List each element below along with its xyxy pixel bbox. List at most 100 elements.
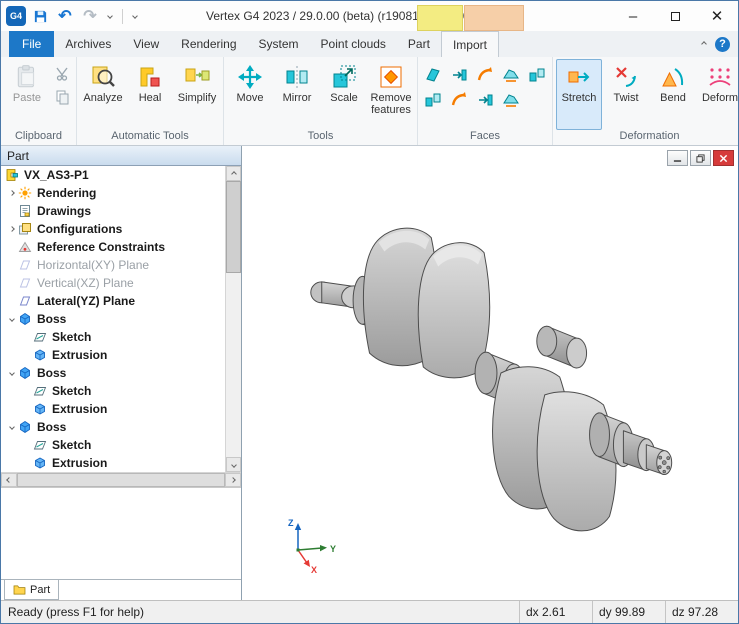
app-logo[interactable]: G4 [6,6,26,26]
tree-item-sketch[interactable]: Sketch [1,382,225,400]
face-extend-button[interactable] [450,66,468,84]
tab-archives[interactable]: Archives [54,31,122,57]
mirror-button[interactable]: Mirror [274,59,320,130]
tree-item-extrusion[interactable]: Extrusion [1,346,225,364]
tree-item-vx-as3-p1[interactable]: VX_AS3-P1 [1,166,225,184]
face-curve-button[interactable] [450,91,468,109]
face-extend-button[interactable] [476,91,494,109]
horizontal-scrollbar-thumb[interactable] [17,473,225,487]
collapse-arrow-icon[interactable] [5,425,18,429]
collapse-arrow-icon[interactable] [5,371,18,375]
quick-access-separator [122,9,123,24]
tree-item-configurations[interactable]: Configurations [1,220,225,238]
tab-point-clouds[interactable]: Point clouds [310,31,397,57]
bend-icon [660,64,686,90]
face-swoosh-button[interactable] [502,91,520,109]
scroll-right-button[interactable] [225,473,241,487]
face-pair-button[interactable] [424,91,442,109]
remove-features-button[interactable]: Remove features [368,59,414,130]
orientation-axes: Z Y X [280,512,342,574]
tree-item-boss[interactable]: Boss [1,418,225,436]
document-minimize-icon [673,154,682,163]
face-offset-button[interactable] [424,66,442,84]
panel-header: Part [1,146,241,166]
tab-file[interactable]: File [9,31,54,57]
group-name: Clipboard [4,130,73,145]
tree-horizontal-scrollbar[interactable] [1,472,241,487]
button-label: Analyze [83,92,122,104]
scale-button[interactable]: Scale [321,59,367,130]
part-bottom-tab[interactable]: Part [4,580,59,600]
tree-item-drawings[interactable]: Drawings [1,202,225,220]
tab-import[interactable]: Import [441,31,499,58]
vertical-scrollbar-thumb[interactable] [226,181,241,273]
tree-vertical-scrollbar[interactable] [225,166,241,472]
cut-button[interactable] [54,66,70,82]
move-icon [237,64,263,90]
undo-button[interactable]: ↶ [54,5,76,27]
document-close-button[interactable] [713,150,734,166]
redo-dropdown-caret-icon[interactable] [104,14,116,18]
x-axis: X [298,550,317,574]
heal-button[interactable]: Heal [127,59,173,130]
tree-item-boss[interactable]: Boss [1,364,225,382]
document-window-controls [667,150,734,166]
face-swoosh-button[interactable] [502,66,520,84]
move-button[interactable]: Move [227,59,273,130]
tree-item-vertical-xz-plane[interactable]: Vertical(XZ) Plane [1,274,225,292]
tree-item-extrusion[interactable]: Extrusion [1,400,225,418]
maximize-button[interactable] [654,1,696,31]
deform-button[interactable]: Deform [697,59,739,130]
group-name: Deformation [556,130,739,145]
stretch-button[interactable]: Stretch [556,59,602,130]
button-label: Simplify [178,92,217,104]
bend-button[interactable]: Bend [650,59,696,130]
quick-access-customize-icon[interactable] [129,14,141,18]
tab-view[interactable]: View [122,31,170,57]
tree-item-rendering[interactable]: Rendering [1,184,225,202]
scroll-down-button[interactable] [226,457,241,472]
paste-button[interactable]: Paste [4,59,50,130]
simplify-button[interactable]: Simplify [174,59,220,130]
tree-item-lateral-yz-plane[interactable]: Lateral(YZ) Plane [1,292,225,310]
help-button[interactable]: ? [715,37,730,52]
document-minimize-button[interactable] [667,150,688,166]
tree-item-extrusion[interactable]: Extrusion [1,454,225,472]
copy-button[interactable] [54,89,70,105]
tree-item-boss[interactable]: Boss [1,310,225,328]
tree-item-sketch[interactable]: Sketch [1,328,225,346]
tree-item-sketch[interactable]: Sketch [1,436,225,454]
minimize-button[interactable]: – [612,1,654,31]
tree-item-label: VX_AS3-P1 [22,168,89,182]
save-button[interactable] [29,5,51,27]
face-curve-button[interactable] [476,66,494,84]
scroll-up-button[interactable] [226,166,241,181]
constraints-icon [18,240,35,254]
close-button[interactable]: ✕ [696,1,738,31]
y-axis: Y [298,544,336,554]
expand-arrow-icon[interactable] [5,227,18,231]
plane-icon [18,258,35,272]
analyze-button[interactable]: Analyze [80,59,126,130]
ribbon-tab-bar: FileArchivesViewRenderingSystemPoint clo… [1,31,738,57]
tab-bar: FileArchivesViewRenderingSystemPoint clo… [1,31,499,57]
button-label: Remove features [369,92,413,116]
tree-item-reference-constraints[interactable]: Reference Constraints [1,238,225,256]
twist-button[interactable]: Twist [603,59,649,130]
tab-system[interactable]: System [248,31,310,57]
maximize-icon [671,12,680,21]
extrusion-icon [33,456,50,470]
config-icon [18,222,35,236]
tab-rendering[interactable]: Rendering [170,31,247,57]
collapse-arrow-icon[interactable] [5,317,18,321]
redo-button[interactable]: ↷ [79,5,101,27]
expand-arrow-icon[interactable] [5,191,18,195]
document-restore-button[interactable] [690,150,711,166]
tree-item-horizontal-xy-plane[interactable]: Horizontal(XY) Plane [1,256,225,274]
tab-part[interactable]: Part [397,31,441,57]
ribbon-collapse-button[interactable] [693,31,715,57]
face-pair-button[interactable] [528,66,546,84]
scroll-left-button[interactable] [1,473,17,487]
panel-empty-area [1,488,241,579]
viewport[interactable]: Z Y X [242,146,738,600]
